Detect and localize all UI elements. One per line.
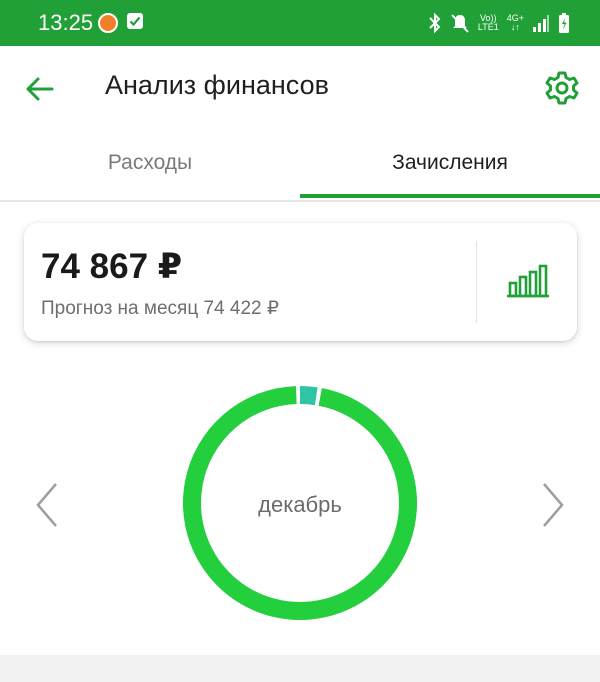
status-time: 13:25 (38, 10, 94, 35)
gear-icon[interactable] (544, 70, 580, 106)
tab-income[interactable]: Зачисления (300, 130, 600, 198)
card-divider (476, 241, 477, 323)
page-title: Анализ финансов (105, 70, 329, 100)
chevron-right-icon[interactable] (536, 480, 570, 530)
status-bar: 13:25 Vo)) LTE1 4G+ ↓↑ (0, 0, 600, 46)
arrow-left-icon[interactable] (26, 76, 54, 102)
app-notification-icon (98, 13, 118, 33)
status-icons: Vo)) LTE1 4G+ ↓↑ (428, 10, 570, 36)
bar-chart-icon[interactable] (504, 263, 552, 299)
signal-icon (532, 13, 550, 33)
checkbox-icon (127, 13, 143, 29)
month-label: декабрь (258, 492, 342, 517)
bluetooth-icon (428, 12, 442, 34)
mute-icon (450, 12, 470, 34)
battery-icon (558, 12, 570, 34)
donut-chart-area: декабрь (0, 370, 600, 640)
tab-bar: Расходы Зачисления (0, 130, 600, 202)
gen-label: 4G+ ↓↑ (506, 13, 524, 32)
network-type: Vo)) LTE1 (477, 13, 499, 32)
bottom-section (0, 655, 600, 682)
active-tab-indicator (300, 194, 600, 198)
total-amount: 74 867 ₽ (41, 247, 183, 286)
summary-card[interactable]: 74 867 ₽ Прогноз на месяц 74 422 ₽ (24, 223, 577, 341)
app-bar: Анализ финансов (0, 46, 600, 130)
chevron-left-icon[interactable] (30, 480, 64, 530)
monthly-forecast: Прогноз на месяц 74 422 ₽ (41, 298, 279, 319)
tab-expenses[interactable]: Расходы (0, 130, 300, 198)
